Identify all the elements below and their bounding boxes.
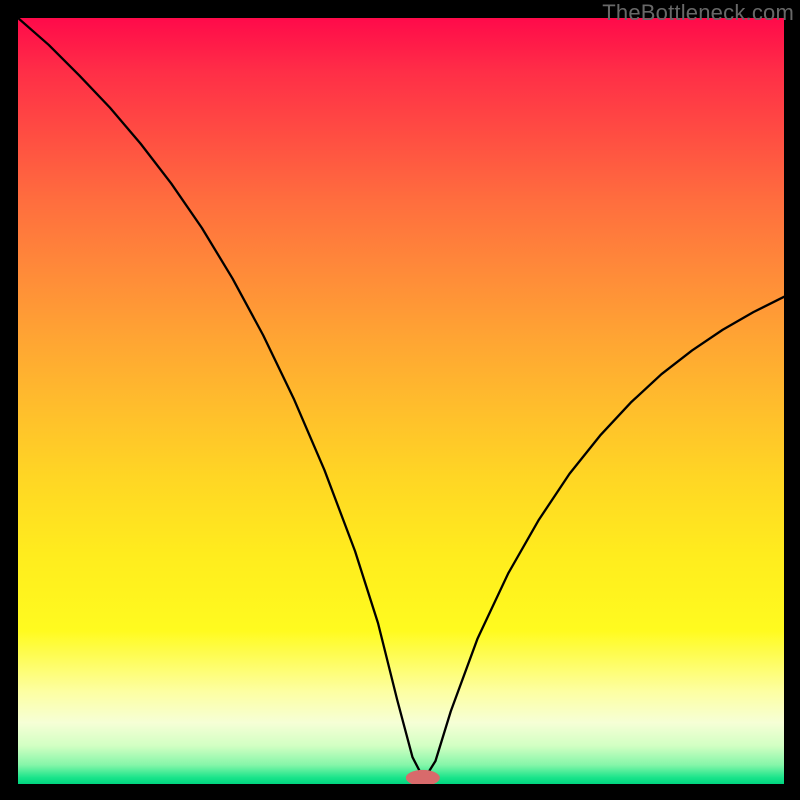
plot-area — [18, 18, 784, 784]
optimal-marker — [406, 770, 440, 784]
chart-frame: TheBottleneck.com — [0, 0, 800, 800]
chart-svg — [18, 18, 784, 784]
bottleneck-curve — [18, 18, 784, 779]
watermark-text: TheBottleneck.com — [602, 0, 794, 26]
